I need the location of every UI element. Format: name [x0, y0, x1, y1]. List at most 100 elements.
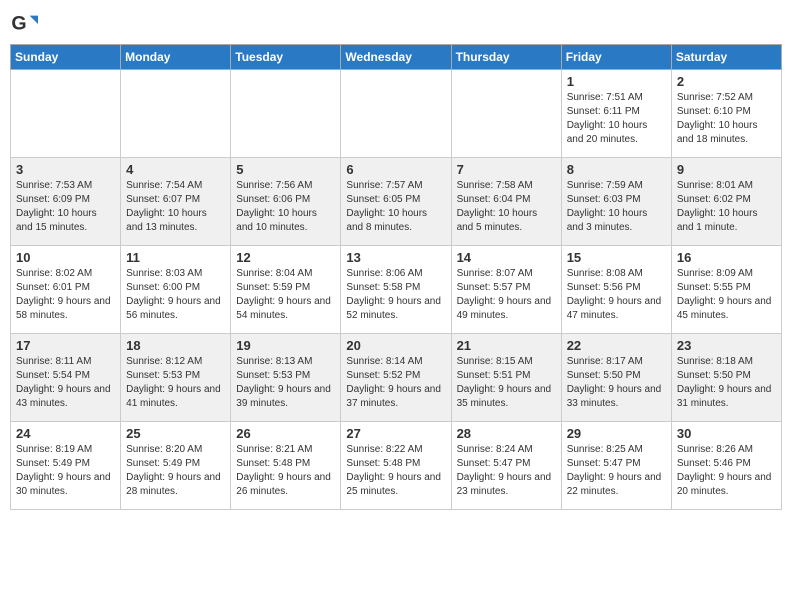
- calendar-cell: 21Sunrise: 8:15 AM Sunset: 5:51 PM Dayli…: [451, 334, 561, 422]
- day-info: Sunrise: 8:15 AM Sunset: 5:51 PM Dayligh…: [457, 355, 556, 411]
- calendar-cell: 25 Sunrise: 8:20 AM Sunset: 5:49 PM Dayli…: [121, 422, 231, 510]
- calendar-cell: [451, 70, 561, 158]
- calendar-cell: 19 Sunrise: 8:13 AM Sunset: 5:53 PM Dayli…: [231, 334, 341, 422]
- day-number: 18: [126, 338, 225, 353]
- day-info: Sunrise: 8:02 AM Sunset: 6:01 PM Dayligh…: [16, 267, 115, 323]
- calendar-cell: 5 Sunrise: 7:56 AM Sunset: 6:06 PM Daylig…: [231, 158, 341, 246]
- calendar-cell: [121, 70, 231, 158]
- calendar-table: SundayMondayTuesdayWednesdayThursdayFrid…: [10, 44, 782, 510]
- day-number: 25: [126, 426, 225, 441]
- day-info: Sunrise: 7:59 AM Sunset: 6:03 PM Dayligh…: [567, 179, 666, 235]
- calendar-cell: 16 Sunrise: 8:09 AM Sunset: 5:55 PM Dayli…: [671, 246, 781, 334]
- weekday-header-saturday: Saturday: [671, 45, 781, 70]
- day-number: 5: [236, 162, 335, 177]
- calendar-cell: 13 Sunrise: 8:06 AM Sunset: 5:58 PM Dayli…: [341, 246, 451, 334]
- calendar-cell: 3Sunrise: 7:53 AM Sunset: 6:09 PM Daylig…: [11, 158, 121, 246]
- day-number: 11: [126, 250, 225, 265]
- calendar-cell: 27 Sunrise: 8:22 AM Sunset: 5:48 PM Dayli…: [341, 422, 451, 510]
- weekday-header-thursday: Thursday: [451, 45, 561, 70]
- day-info: Sunrise: 7:54 AM Sunset: 6:07 PM Dayligh…: [126, 179, 225, 235]
- calendar-cell: 11Sunrise: 8:03 AM Sunset: 6:00 PM Dayli…: [121, 246, 231, 334]
- day-info: Sunrise: 7:57 AM Sunset: 6:05 PM Dayligh…: [346, 179, 445, 235]
- svg-text:G: G: [11, 13, 26, 35]
- day-info: Sunrise: 8:21 AM Sunset: 5:48 PM Dayligh…: [236, 443, 335, 499]
- day-info: Sunrise: 8:12 AM Sunset: 5:53 PM Dayligh…: [126, 355, 225, 411]
- day-info: Sunrise: 7:56 AM Sunset: 6:06 PM Dayligh…: [236, 179, 335, 235]
- day-number: 29: [567, 426, 666, 441]
- day-number: 8: [567, 162, 666, 177]
- calendar-cell: 17 Sunrise: 8:11 AM Sunset: 5:54 PM Dayli…: [11, 334, 121, 422]
- day-info: Sunrise: 8:11 AM Sunset: 5:54 PM Dayligh…: [16, 355, 115, 411]
- weekday-header-monday: Monday: [121, 45, 231, 70]
- week-row-3: 17 Sunrise: 8:11 AM Sunset: 5:54 PM Dayli…: [11, 334, 782, 422]
- calendar-cell: 23Sunrise: 8:18 AM Sunset: 5:50 PM Dayli…: [671, 334, 781, 422]
- day-info: Sunrise: 8:19 AM Sunset: 5:49 PM Dayligh…: [16, 443, 115, 499]
- day-number: 4: [126, 162, 225, 177]
- calendar-cell: 28Sunrise: 8:24 AM Sunset: 5:47 PM Dayli…: [451, 422, 561, 510]
- day-number: 17: [16, 338, 115, 353]
- calendar-cell: 26 Sunrise: 8:21 AM Sunset: 5:48 PM Dayli…: [231, 422, 341, 510]
- calendar-cell: [231, 70, 341, 158]
- day-number: 22: [567, 338, 666, 353]
- day-number: 1: [567, 74, 666, 89]
- calendar-cell: [341, 70, 451, 158]
- calendar-cell: [11, 70, 121, 158]
- day-number: 16: [677, 250, 776, 265]
- day-number: 13: [346, 250, 445, 265]
- calendar-cell: 2 Sunrise: 7:52 AM Sunset: 6:10 PM Daylig…: [671, 70, 781, 158]
- calendar-cell: 29 Sunrise: 8:25 AM Sunset: 5:47 PM Dayli…: [561, 422, 671, 510]
- weekday-header-tuesday: Tuesday: [231, 45, 341, 70]
- weekday-header-row: SundayMondayTuesdayWednesdayThursdayFrid…: [11, 45, 782, 70]
- day-info: Sunrise: 8:18 AM Sunset: 5:50 PM Dayligh…: [677, 355, 776, 411]
- day-info: Sunrise: 7:52 AM Sunset: 6:10 PM Dayligh…: [677, 91, 776, 147]
- day-number: 10: [16, 250, 115, 265]
- day-number: 3: [16, 162, 115, 177]
- calendar-cell: 30 Sunrise: 8:26 AM Sunset: 5:46 PM Dayli…: [671, 422, 781, 510]
- day-number: 15: [567, 250, 666, 265]
- day-info: Sunrise: 8:13 AM Sunset: 5:53 PM Dayligh…: [236, 355, 335, 411]
- calendar-cell: 1 Sunrise: 7:51 AM Sunset: 6:11 PM Daylig…: [561, 70, 671, 158]
- day-number: 30: [677, 426, 776, 441]
- calendar-cell: 18 Sunrise: 8:12 AM Sunset: 5:53 PM Dayli…: [121, 334, 231, 422]
- day-info: Sunrise: 7:51 AM Sunset: 6:11 PM Dayligh…: [567, 91, 666, 147]
- day-info: Sunrise: 8:22 AM Sunset: 5:48 PM Dayligh…: [346, 443, 445, 499]
- day-number: 20: [346, 338, 445, 353]
- day-number: 7: [457, 162, 556, 177]
- day-info: Sunrise: 8:25 AM Sunset: 5:47 PM Dayligh…: [567, 443, 666, 499]
- day-info: Sunrise: 8:06 AM Sunset: 5:58 PM Dayligh…: [346, 267, 445, 323]
- logo-icon: G: [10, 10, 38, 38]
- day-info: Sunrise: 7:58 AM Sunset: 6:04 PM Dayligh…: [457, 179, 556, 235]
- day-info: Sunrise: 8:04 AM Sunset: 5:59 PM Dayligh…: [236, 267, 335, 323]
- day-number: 27: [346, 426, 445, 441]
- day-info: Sunrise: 8:09 AM Sunset: 5:55 PM Dayligh…: [677, 267, 776, 323]
- calendar-body: 1 Sunrise: 7:51 AM Sunset: 6:11 PM Daylig…: [11, 70, 782, 510]
- day-number: 26: [236, 426, 335, 441]
- day-number: 2: [677, 74, 776, 89]
- calendar-cell: 9 Sunrise: 8:01 AM Sunset: 6:02 PM Daylig…: [671, 158, 781, 246]
- calendar-cell: 15Sunrise: 8:08 AM Sunset: 5:56 PM Dayli…: [561, 246, 671, 334]
- calendar-cell: 4 Sunrise: 7:54 AM Sunset: 6:07 PM Daylig…: [121, 158, 231, 246]
- day-number: 19: [236, 338, 335, 353]
- calendar-cell: 8 Sunrise: 7:59 AM Sunset: 6:03 PM Daylig…: [561, 158, 671, 246]
- calendar-cell: 14Sunrise: 8:07 AM Sunset: 5:57 PM Dayli…: [451, 246, 561, 334]
- day-number: 9: [677, 162, 776, 177]
- day-info: Sunrise: 8:01 AM Sunset: 6:02 PM Dayligh…: [677, 179, 776, 235]
- day-number: 28: [457, 426, 556, 441]
- calendar-cell: 7 Sunrise: 7:58 AM Sunset: 6:04 PM Daylig…: [451, 158, 561, 246]
- week-row-1: 3Sunrise: 7:53 AM Sunset: 6:09 PM Daylig…: [11, 158, 782, 246]
- calendar-cell: 24 Sunrise: 8:19 AM Sunset: 5:49 PM Dayli…: [11, 422, 121, 510]
- calendar-cell: 6 Sunrise: 7:57 AM Sunset: 6:05 PM Daylig…: [341, 158, 451, 246]
- day-number: 24: [16, 426, 115, 441]
- calendar-cell: 22 Sunrise: 8:17 AM Sunset: 5:50 PM Dayli…: [561, 334, 671, 422]
- day-info: Sunrise: 8:26 AM Sunset: 5:46 PM Dayligh…: [677, 443, 776, 499]
- weekday-header-wednesday: Wednesday: [341, 45, 451, 70]
- day-info: Sunrise: 8:20 AM Sunset: 5:49 PM Dayligh…: [126, 443, 225, 499]
- weekday-header-sunday: Sunday: [11, 45, 121, 70]
- logo: G: [10, 10, 42, 38]
- calendar-cell: 20Sunrise: 8:14 AM Sunset: 5:52 PM Dayli…: [341, 334, 451, 422]
- day-info: Sunrise: 8:17 AM Sunset: 5:50 PM Dayligh…: [567, 355, 666, 411]
- week-row-4: 24 Sunrise: 8:19 AM Sunset: 5:49 PM Dayli…: [11, 422, 782, 510]
- day-number: 14: [457, 250, 556, 265]
- calendar-cell: 12Sunrise: 8:04 AM Sunset: 5:59 PM Dayli…: [231, 246, 341, 334]
- day-number: 6: [346, 162, 445, 177]
